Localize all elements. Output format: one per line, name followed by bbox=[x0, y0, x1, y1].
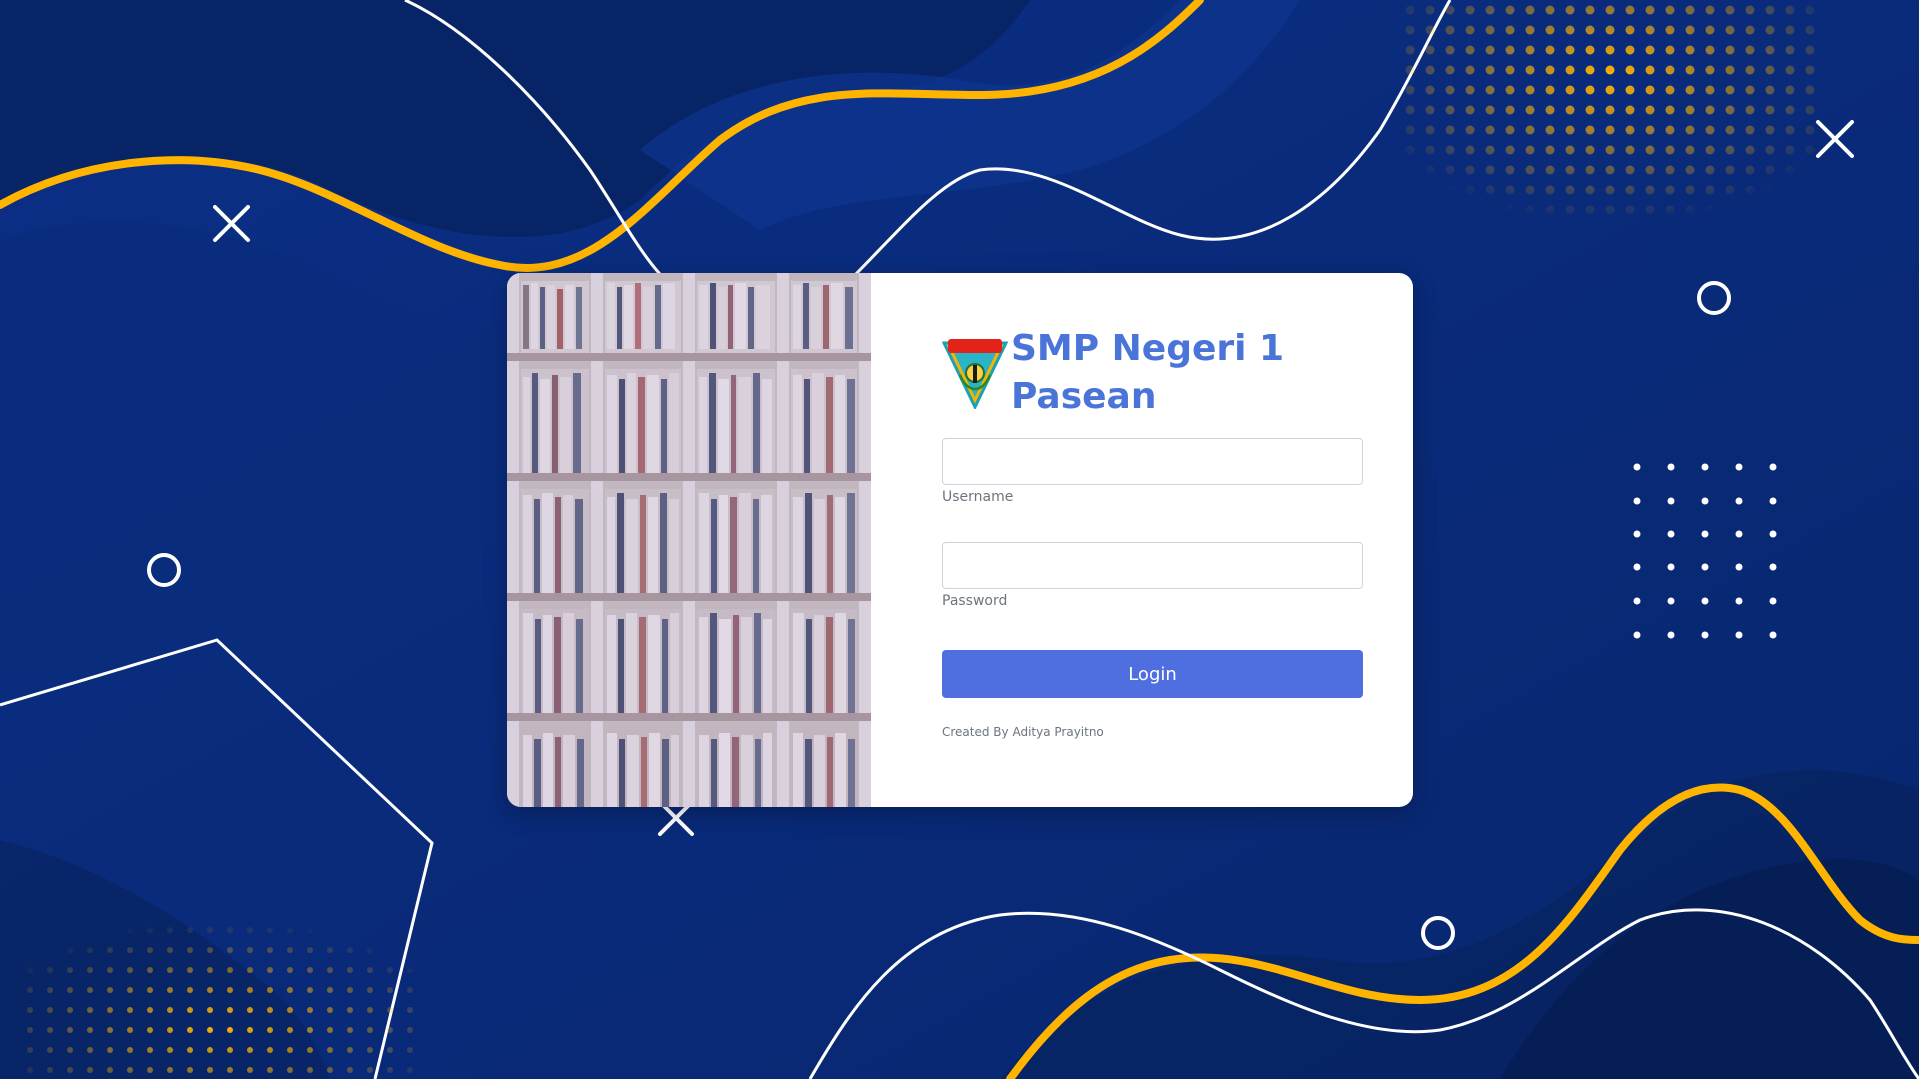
password-label: Password bbox=[942, 593, 1008, 609]
password-input[interactable] bbox=[942, 542, 1363, 589]
username-input[interactable] bbox=[942, 438, 1363, 485]
bookshelf-image bbox=[507, 273, 871, 807]
login-card: SMP Negeri 1 Pasean Username Password Lo… bbox=[507, 273, 1413, 807]
school-logo-icon bbox=[942, 339, 1008, 409]
school-name-title: SMP Negeri 1 Pasean bbox=[1011, 328, 1285, 417]
login-button[interactable]: Login bbox=[942, 650, 1363, 698]
username-label: Username bbox=[942, 489, 1014, 505]
school-brand: SMP Negeri 1 Pasean bbox=[942, 325, 1366, 425]
login-form: SMP Negeri 1 Pasean Username Password Lo… bbox=[942, 273, 1366, 807]
credit-text: Created By Aditya Prayitno bbox=[942, 725, 1104, 739]
